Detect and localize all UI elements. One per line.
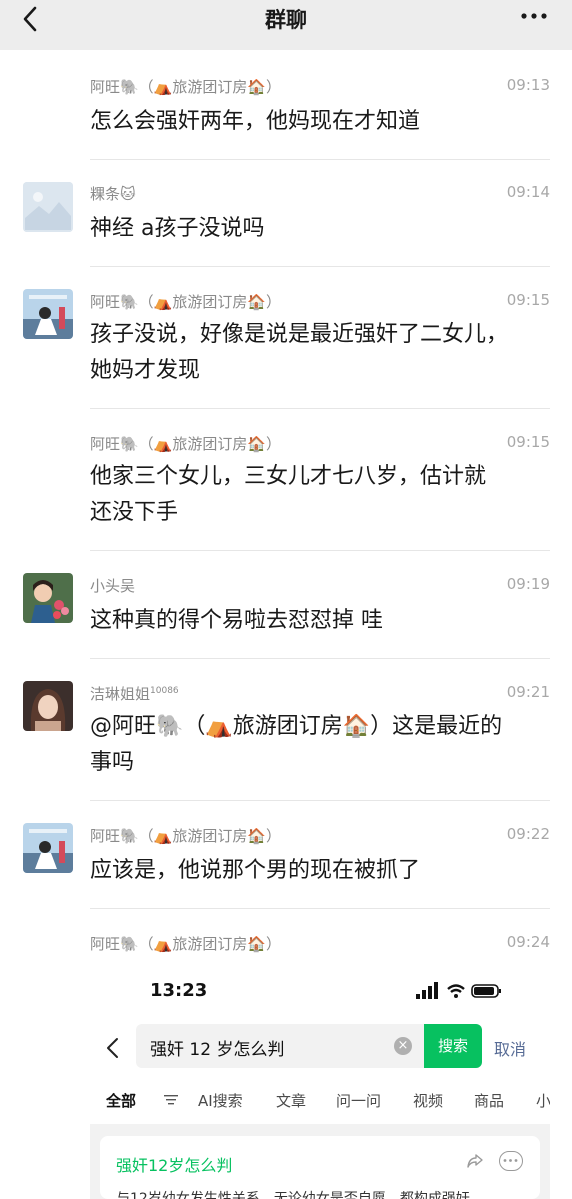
message-line: 怎么会强奸两年，他妈现在才知道 xyxy=(90,109,421,134)
message-text[interactable]: 应该是，他说那个男的现在被抓了 xyxy=(90,853,550,889)
sender-name[interactable]: 阿旺🐘（⛺旅游团订房🏠） xyxy=(90,825,281,846)
message-line: 孩子没说，好像是说是最近强奸了二女儿， xyxy=(90,322,509,347)
message-line: 事吗 xyxy=(90,750,135,775)
message-text[interactable]: 神经 a孩子没说吗 xyxy=(90,211,550,247)
message-time: 09:22 xyxy=(506,825,550,843)
search-button[interactable]: 搜索 xyxy=(424,1024,482,1068)
sender-name[interactable]: 洁琳姐姐10086 xyxy=(90,683,179,704)
tab-all[interactable]: 全部 xyxy=(106,1090,136,1111)
avatar[interactable] xyxy=(23,823,73,873)
message-time: 09:24 xyxy=(506,933,550,951)
message-line: @阿旺🐘（⛺旅游团订房🏠）这是最近的 xyxy=(90,714,503,739)
sender-name[interactable]: 小头吴 xyxy=(90,575,135,596)
image-message-screenshot[interactable]: 13:23 强奸 12 岁怎么判 × 搜索 取消 全部 AI搜索 文章 问一问 … xyxy=(90,966,550,1199)
tab-videos[interactable]: 视频 xyxy=(413,1090,443,1111)
filter-icon[interactable] xyxy=(164,1094,178,1106)
message-line: 这种真的得个易啦去怼怼掉 哇 xyxy=(90,608,383,633)
tab-ai-search[interactable]: AI搜索 xyxy=(198,1090,243,1111)
search-result-card[interactable]: 强奸12岁怎么判 与12岁幼女发生性关系，无论幼女是否自愿，都构成强奸 xyxy=(100,1136,540,1199)
sender-superscript: 10086 xyxy=(150,686,179,696)
message-time: 09:15 xyxy=(506,433,550,451)
message-line: 应该是，他说那个男的现在被抓了 xyxy=(90,858,421,883)
search-query: 强奸 12 岁怎么判 xyxy=(150,1040,285,1060)
tab-articles[interactable]: 文章 xyxy=(276,1090,306,1111)
chat-header: 群聊 xyxy=(0,0,572,50)
message-divider xyxy=(90,658,550,659)
clear-icon[interactable]: × xyxy=(394,1037,412,1055)
avatar[interactable] xyxy=(23,182,73,232)
message-text[interactable]: 孩子没说，好像是说是最近强奸了二女儿， 她妈才发现 xyxy=(90,317,550,389)
message-text[interactable]: 怎么会强奸两年，他妈现在才知道 xyxy=(90,104,550,140)
tab-products[interactable]: 商品 xyxy=(474,1090,504,1111)
avatar-photo xyxy=(23,573,73,623)
message-divider xyxy=(90,800,550,801)
avatar[interactable] xyxy=(23,289,73,339)
signal-wifi-battery-icon xyxy=(416,982,501,999)
more-icon[interactable] xyxy=(499,1151,523,1171)
sender-name-text: 洁琳姐姐 xyxy=(90,685,151,703)
message-line: 她妈才发现 xyxy=(90,358,201,383)
sender-name[interactable]: 粿条🐱 xyxy=(90,183,136,204)
back-arrow-icon[interactable] xyxy=(104,1036,122,1060)
message-text[interactable]: 他家三个女儿，三女儿才七八岁，估计就 还没下手 xyxy=(90,459,550,531)
cancel-button[interactable]: 取消 xyxy=(494,1036,526,1060)
avatar-photo xyxy=(23,681,73,731)
sender-name[interactable]: 阿旺🐘（⛺旅游团订房🏠） xyxy=(90,76,281,97)
result-title[interactable]: 强奸12岁怎么判 xyxy=(116,1152,232,1176)
message-text[interactable]: 这种真的得个易啦去怼怼掉 哇 xyxy=(90,603,550,639)
sender-name[interactable]: 阿旺🐘（⛺旅游团订房🏠） xyxy=(90,433,281,454)
message-text[interactable]: @阿旺🐘（⛺旅游团订房🏠）这是最近的 事吗 xyxy=(90,709,550,781)
status-bar-time: 13:23 xyxy=(150,980,208,1001)
message-time: 09:21 xyxy=(506,683,550,701)
message-time: 09:14 xyxy=(506,183,550,201)
search-input[interactable]: 强奸 12 岁怎么判 × xyxy=(136,1024,424,1068)
sender-name[interactable]: 阿旺🐘（⛺旅游团订房🏠） xyxy=(90,291,281,312)
result-snippet: 与12岁幼女发生性关系，无论幼女是否自愿，都构成强奸 xyxy=(116,1191,470,1199)
sender-name[interactable]: 阿旺🐘（⛺旅游团订房🏠） xyxy=(90,933,281,954)
message-divider xyxy=(90,408,550,409)
chat-title: 群聊 xyxy=(265,8,307,32)
message-time: 09:19 xyxy=(506,575,550,593)
more-options-icon[interactable] xyxy=(518,2,550,30)
avatar[interactable] xyxy=(23,573,73,623)
message-line: 他家三个女儿，三女儿才七八岁，估计就 xyxy=(90,464,487,489)
tab-mini[interactable]: 小 xyxy=(536,1090,550,1111)
message-time: 09:13 xyxy=(506,76,550,94)
message-divider xyxy=(90,550,550,551)
message-divider xyxy=(90,266,550,267)
search-tabs: 全部 AI搜索 文章 问一问 视频 商品 小 xyxy=(106,1090,550,1112)
tab-ask[interactable]: 问一问 xyxy=(336,1090,381,1111)
avatar-photo xyxy=(23,289,73,339)
message-line: 还没下手 xyxy=(90,500,179,525)
avatar[interactable] xyxy=(23,681,73,731)
message-time: 09:15 xyxy=(506,291,550,309)
avatar-photo xyxy=(23,823,73,873)
message-line: 神经 a孩子没说吗 xyxy=(90,216,265,241)
share-icon[interactable] xyxy=(466,1152,484,1170)
message-divider xyxy=(90,908,550,909)
message-divider xyxy=(90,159,550,160)
image-placeholder-icon xyxy=(23,182,73,232)
